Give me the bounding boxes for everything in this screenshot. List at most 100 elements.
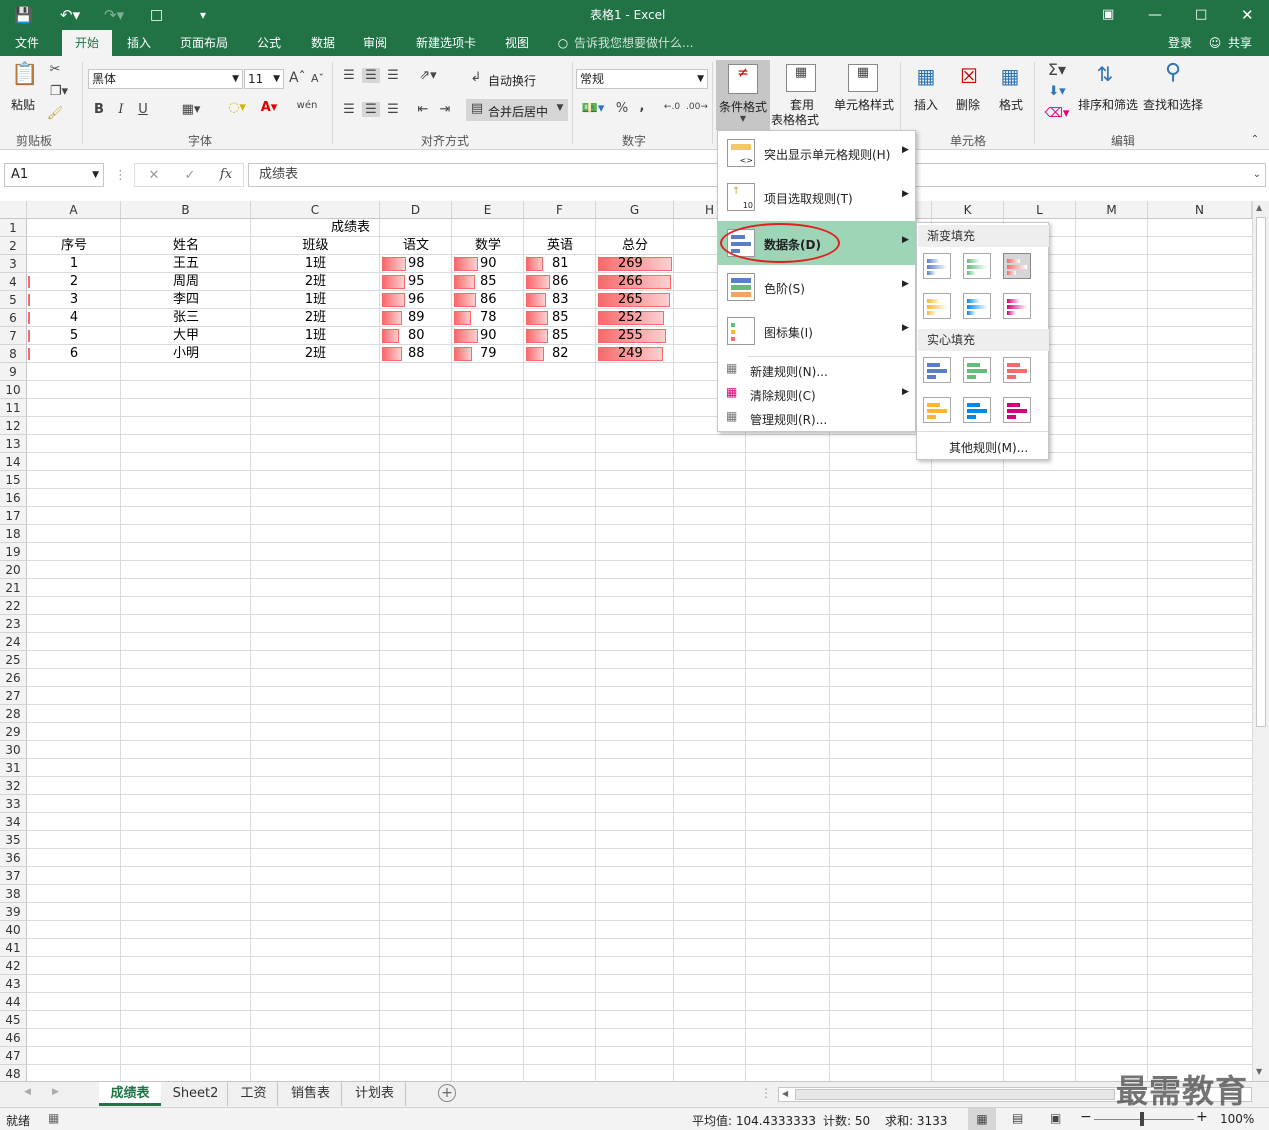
data-cell[interactable]: 81 bbox=[524, 255, 596, 273]
row-header-12[interactable]: 12 bbox=[0, 417, 27, 435]
copy-icon[interactable]: ❐▾ bbox=[46, 84, 72, 99]
row-header-24[interactable]: 24 bbox=[0, 633, 27, 651]
bold-button[interactable]: B bbox=[92, 102, 106, 117]
column-header-n[interactable]: N bbox=[1148, 201, 1252, 219]
header-cell[interactable]: 序号 bbox=[27, 237, 121, 255]
new-file-icon[interactable]: □ bbox=[150, 0, 163, 30]
italic-button[interactable]: I bbox=[114, 102, 128, 117]
align-middle-icon[interactable]: ☰ bbox=[362, 68, 380, 83]
row-header-21[interactable]: 21 bbox=[0, 579, 27, 597]
increase-decimal-icon[interactable]: ←.0 bbox=[662, 102, 682, 112]
data-cell[interactable]: 6 bbox=[27, 345, 121, 363]
data-cell[interactable]: 王五 bbox=[121, 255, 251, 273]
row-header-33[interactable]: 33 bbox=[0, 795, 27, 813]
row-header-29[interactable]: 29 bbox=[0, 723, 27, 741]
row-header-31[interactable]: 31 bbox=[0, 759, 27, 777]
minimize-icon[interactable]: — bbox=[1148, 0, 1162, 30]
data-cell[interactable]: 1班 bbox=[251, 327, 380, 345]
sheet-tab-sales[interactable]: 销售表 bbox=[280, 1082, 342, 1106]
enter-icon[interactable]: ✓ bbox=[182, 168, 198, 183]
format-cells-icon[interactable]: ▦ bbox=[996, 64, 1024, 92]
font-name-select[interactable]: 黑体 ▼ bbox=[88, 69, 243, 89]
sheet-title-cell[interactable]: 成绩表 bbox=[27, 219, 674, 237]
clear-icon[interactable]: ⌫▾ bbox=[1042, 106, 1072, 121]
align-left-icon[interactable]: ☰ bbox=[340, 102, 358, 117]
data-cell[interactable]: 李四 bbox=[121, 291, 251, 309]
header-cell[interactable]: 数学 bbox=[452, 237, 524, 255]
scroll-tabs-left-icon[interactable]: ◀ bbox=[24, 1087, 31, 1097]
tell-me-input[interactable]: 告诉我您想要做什么... bbox=[574, 30, 704, 56]
tab-view[interactable]: 视图 bbox=[494, 30, 540, 56]
row-header-47[interactable]: 47 bbox=[0, 1047, 27, 1065]
data-cell[interactable]: 2 bbox=[27, 273, 121, 291]
clipboard-icon[interactable]: 📋 bbox=[10, 62, 40, 90]
data-cell[interactable]: 3 bbox=[27, 291, 121, 309]
login-link[interactable]: 登录 bbox=[1162, 30, 1198, 56]
insert-function-button[interactable]: fx bbox=[216, 167, 236, 182]
data-cell[interactable]: 78 bbox=[452, 309, 524, 327]
resize-handle-icon[interactable]: ⋮ bbox=[114, 168, 127, 183]
scroll-down-icon[interactable]: ▼ bbox=[1256, 1067, 1262, 1076]
align-bottom-icon[interactable]: ☰ bbox=[384, 68, 402, 83]
row-header-14[interactable]: 14 bbox=[0, 453, 27, 471]
data-cell[interactable]: 2班 bbox=[251, 345, 380, 363]
autosum-icon[interactable]: Σ▾ bbox=[1042, 60, 1072, 79]
tab-insert[interactable]: 插入 bbox=[116, 30, 162, 56]
row-header-35[interactable]: 35 bbox=[0, 831, 27, 849]
row-header-10[interactable]: 10 bbox=[0, 381, 27, 399]
row-header-43[interactable]: 43 bbox=[0, 975, 27, 993]
row-header-7[interactable]: 7 bbox=[0, 327, 27, 345]
row-header-25[interactable]: 25 bbox=[0, 651, 27, 669]
collapse-ribbon-icon[interactable]: ⌃ bbox=[1248, 134, 1262, 145]
data-cell[interactable]: 4 bbox=[27, 309, 121, 327]
fill-color-icon[interactable]: ◌▾ bbox=[222, 100, 252, 115]
row-header-18[interactable]: 18 bbox=[0, 525, 27, 543]
header-cell[interactable]: 英语 bbox=[524, 237, 596, 255]
row-header-16[interactable]: 16 bbox=[0, 489, 27, 507]
menu-icon-sets[interactable]: 图标集(I) ▶ bbox=[718, 309, 915, 353]
table-format-icon[interactable]: ▦ bbox=[786, 64, 816, 92]
row-header-19[interactable]: 19 bbox=[0, 543, 27, 561]
paste-button[interactable]: 粘贴 bbox=[11, 96, 35, 113]
ribbon-display-icon[interactable]: ▣ bbox=[1102, 0, 1114, 30]
underline-button[interactable]: U bbox=[136, 102, 150, 117]
delete-cells-icon[interactable]: ☒ bbox=[955, 64, 983, 92]
page-break-view-icon[interactable]: ▣ bbox=[1050, 1111, 1061, 1125]
gradient-fill-swatch-4[interactable] bbox=[923, 293, 951, 319]
menu-highlight-rules[interactable]: <> 突出显示单元格规则(H) ▶ bbox=[718, 131, 915, 175]
menu-top-bottom-rules[interactable]: ↑ 10 项目选取规则(T) ▶ bbox=[718, 175, 915, 219]
row-header-9[interactable]: 9 bbox=[0, 363, 27, 381]
percent-button[interactable]: % bbox=[614, 101, 630, 116]
cut-icon[interactable]: ✂ bbox=[46, 62, 64, 77]
header-cell[interactable]: 总分 bbox=[596, 237, 674, 255]
row-header-28[interactable]: 28 bbox=[0, 705, 27, 723]
vertical-scrollbar[interactable]: ▲ ▼ bbox=[1252, 201, 1269, 1081]
column-header-e[interactable]: E bbox=[452, 201, 524, 219]
data-cell[interactable]: 83 bbox=[524, 291, 596, 309]
share-button[interactable]: 共享 bbox=[1224, 30, 1256, 56]
zoom-slider-thumb[interactable] bbox=[1140, 1112, 1144, 1126]
select-all-corner[interactable] bbox=[0, 201, 27, 219]
gradient-fill-swatch-5[interactable] bbox=[963, 293, 991, 319]
macro-record-icon[interactable]: ▦ bbox=[48, 1111, 59, 1125]
data-cell[interactable]: 249 bbox=[596, 345, 674, 363]
horizontal-scroll-thumb[interactable] bbox=[795, 1089, 1115, 1100]
column-header-m[interactable]: M bbox=[1076, 201, 1148, 219]
font-color-icon[interactable]: A▾ bbox=[254, 100, 284, 115]
tab-data[interactable]: 数据 bbox=[300, 30, 346, 56]
row-header-15[interactable]: 15 bbox=[0, 471, 27, 489]
tab-page-layout[interactable]: 页面布局 bbox=[172, 30, 236, 56]
zoom-slider[interactable] bbox=[1094, 1119, 1194, 1120]
page-layout-view-icon[interactable]: ▤ bbox=[1012, 1111, 1023, 1125]
cell-styles-button[interactable]: 单元格样式 bbox=[834, 96, 894, 113]
maximize-icon[interactable]: □ bbox=[1195, 0, 1207, 30]
gradient-fill-swatch-2[interactable] bbox=[963, 253, 991, 279]
cell-styles-icon[interactable]: ▦ bbox=[848, 64, 878, 92]
data-cell[interactable]: 96 bbox=[380, 291, 452, 309]
row-header-26[interactable]: 26 bbox=[0, 669, 27, 687]
row-header-8[interactable]: 8 bbox=[0, 345, 27, 363]
solid-fill-swatch-4[interactable] bbox=[923, 397, 951, 423]
data-cell[interactable]: 2班 bbox=[251, 309, 380, 327]
row-header-39[interactable]: 39 bbox=[0, 903, 27, 921]
data-cell[interactable]: 90 bbox=[452, 327, 524, 345]
